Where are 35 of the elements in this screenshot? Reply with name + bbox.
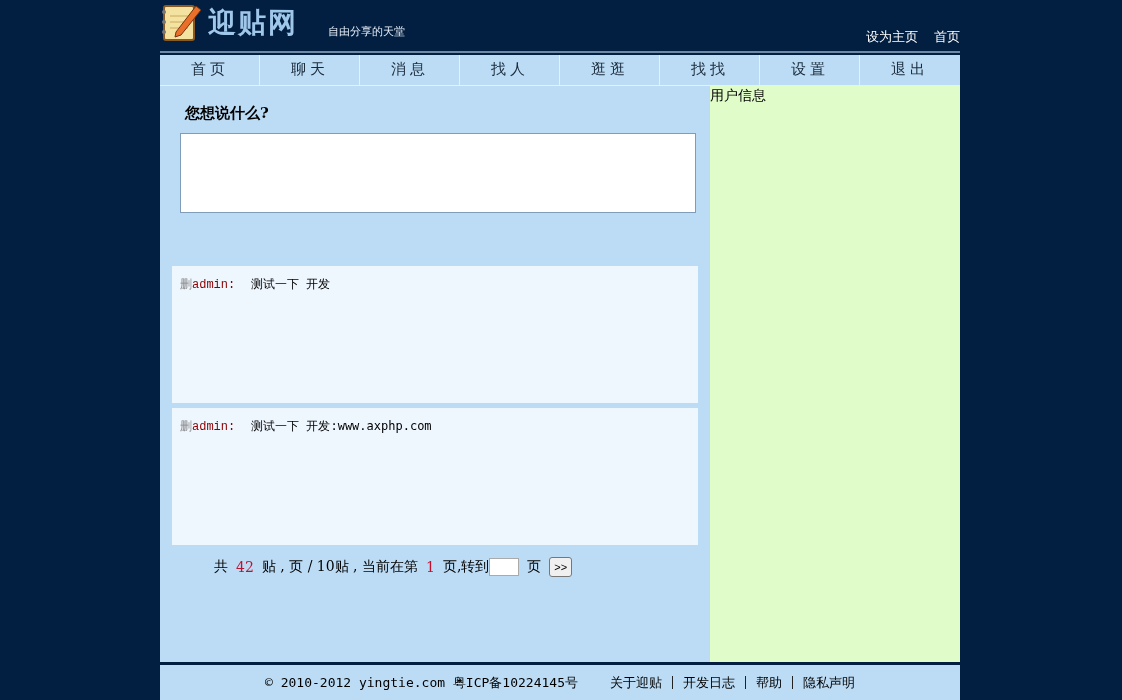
- nav-tab[interactable]: 逛逛: [560, 54, 660, 85]
- current-page: 1: [425, 558, 435, 575]
- composer-heading: 您想说什么?: [185, 103, 270, 123]
- footer-link[interactable]: 隐私声明: [802, 673, 855, 692]
- pager-text: 页,转到: [442, 557, 490, 576]
- header-link[interactable]: 设为主页: [866, 28, 918, 46]
- footer-link[interactable]: 帮助: [755, 673, 782, 692]
- post-text: 测试一下 开发:www.axphp.com: [251, 417, 432, 435]
- notepad-pencil-icon: [160, 2, 202, 42]
- pager-text: 贴 , 页 / 10贴 , 当前在第: [261, 557, 418, 576]
- copyright: © 2010-2012 yingtie.com 粤ICP备10224145号: [265, 673, 578, 692]
- go-button[interactable]: >>: [549, 556, 573, 577]
- nav-tab[interactable]: 消息: [360, 54, 460, 85]
- pager-text: 共: [214, 557, 228, 576]
- nav-tab[interactable]: 找人: [460, 54, 560, 85]
- slogan: 自由分享的天堂: [328, 24, 405, 39]
- post-author[interactable]: admin:: [192, 419, 236, 434]
- delete-link[interactable]: 删: [180, 275, 192, 293]
- page-input[interactable]: [489, 557, 520, 576]
- post-total: 42: [236, 558, 254, 575]
- nav-tab[interactable]: 首页: [160, 54, 260, 85]
- nav-tab[interactable]: 设置: [760, 54, 860, 85]
- post-author[interactable]: admin:: [192, 277, 236, 292]
- nav-tab[interactable]: 找找: [660, 54, 760, 85]
- nav-tab[interactable]: 聊天: [260, 54, 360, 85]
- message-input[interactable]: [180, 132, 696, 213]
- footer-link[interactable]: 开发日志: [682, 673, 735, 692]
- pager-text: 页: [527, 557, 542, 576]
- delete-link[interactable]: 删: [180, 417, 192, 435]
- footer-link[interactable]: 关于迎贴: [609, 673, 662, 692]
- nav-tab[interactable]: 退出: [860, 54, 960, 85]
- site-title: 迎贴网: [208, 5, 298, 41]
- post-text: 测试一下 开发: [251, 275, 331, 293]
- header-link[interactable]: 首页: [934, 28, 960, 46]
- sidebar-title: 用户信息: [710, 86, 767, 105]
